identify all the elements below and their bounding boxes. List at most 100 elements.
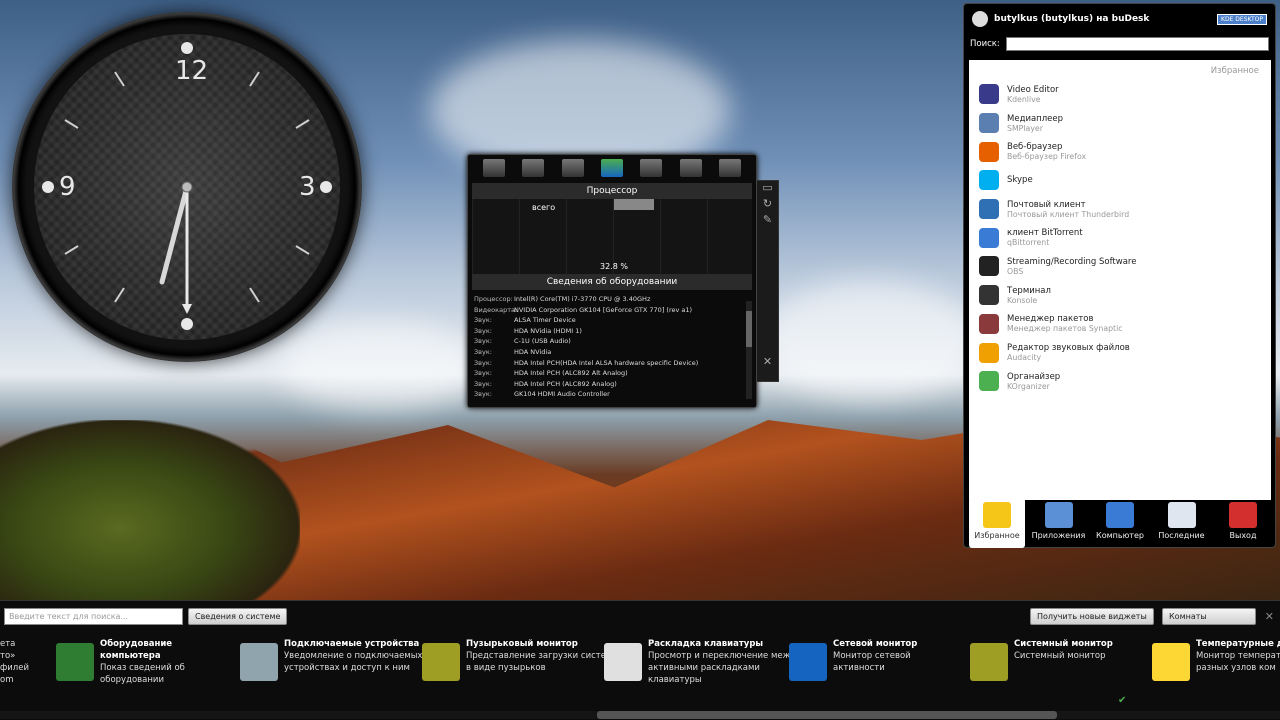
widget-icon bbox=[240, 643, 278, 681]
rooms-button[interactable]: Комнаты bbox=[1162, 608, 1256, 625]
tab-label: Приложения bbox=[1031, 531, 1086, 540]
widget-title: Пузырьковый монитор bbox=[466, 639, 578, 649]
close-icon[interactable]: ✕ bbox=[757, 355, 778, 371]
kickoff-header: butylkus (butylkus) на buDesk KDE DESKTO… bbox=[964, 4, 1275, 34]
app-item[interactable]: Органайзер KOrganizer bbox=[969, 367, 1271, 396]
app-item[interactable]: клиент BitTorrent qBittorrent bbox=[969, 223, 1271, 252]
hardware-row: Видеокарта: NVIDIA Corporation GK104 [GeF… bbox=[474, 305, 750, 316]
app-subtitle: Audacity bbox=[1007, 353, 1042, 363]
partial-text: филей bbox=[0, 663, 29, 673]
analog-clock-widget[interactable]: 12 3 9 bbox=[12, 12, 362, 362]
hardware-row: Звук: HDA Intel PCH(HDA Intel ALSA hardwa… bbox=[474, 358, 750, 369]
app-name: Органайзер bbox=[1007, 371, 1061, 382]
app-name: Streaming/Recording Software bbox=[1007, 256, 1137, 267]
app-item[interactable]: Медиаплеер SMPlayer bbox=[969, 109, 1271, 138]
hardware-value: HDA NVidia bbox=[514, 347, 552, 356]
hardware-row: Звук: HDA Intel PCH (ALC892 Alt Analog) bbox=[474, 368, 750, 379]
widget-description: Монитор сетевой активности bbox=[833, 651, 911, 673]
network-icon[interactable] bbox=[640, 159, 663, 177]
kickoff-tab[interactable]: Компьютер bbox=[1092, 498, 1148, 548]
app-icon bbox=[979, 313, 999, 334]
rotate-icon[interactable]: ↻ bbox=[757, 197, 778, 213]
scroll-thumb[interactable] bbox=[746, 311, 752, 347]
widget-item[interactable]: Пузырьковый монитор Представление загрузк… bbox=[422, 638, 626, 681]
wrench-icon[interactable]: ✎ bbox=[757, 213, 778, 229]
system-info-button[interactable]: Сведения о системе bbox=[188, 608, 288, 625]
system-monitor-widget[interactable]: Процессор всего 32.8 % Сведения об обору… bbox=[467, 154, 757, 408]
hardware-row: Звук: ALSA Timer Device bbox=[474, 315, 750, 326]
app-item[interactable]: Skype bbox=[969, 166, 1271, 195]
cpu-bar bbox=[614, 199, 654, 210]
kickoff-menu: butylkus (butylkus) на buDesk KDE DESKTO… bbox=[963, 3, 1276, 548]
hardware-key: Звук: bbox=[474, 379, 492, 388]
hardware-row: Звук: HDA NVidia bbox=[474, 347, 750, 358]
widget-explorer: Введите текст для поиска... Сведения о с… bbox=[0, 600, 1280, 720]
processor-header: Процессор bbox=[472, 183, 752, 199]
app-item[interactable]: Почтовый клиент Почтовый клиент Thunderbi… bbox=[969, 195, 1271, 224]
partial-text: то» bbox=[0, 651, 16, 661]
kickoff-search: Поиск: bbox=[964, 34, 1275, 54]
search-input[interactable] bbox=[1005, 37, 1269, 51]
resize-icon[interactable]: ▭ bbox=[757, 181, 778, 197]
get-widgets-button[interactable]: Получить новые виджеты bbox=[1030, 608, 1154, 625]
disk-icon[interactable] bbox=[482, 159, 505, 177]
hardware-icon[interactable] bbox=[600, 159, 623, 177]
disk-icon[interactable] bbox=[561, 159, 584, 177]
widget-item[interactable]: Температурные дат Монитор температур разн… bbox=[1152, 638, 1280, 681]
app-item[interactable]: Терминал Konsole bbox=[969, 281, 1271, 310]
widget-item[interactable]: Раскладка клавиатуры Просмотр и переключе… bbox=[604, 638, 808, 686]
hardware-value: C-1U (USB Audio) bbox=[514, 337, 571, 346]
hardware-value: Intel(R) Core(TM) i7-3770 CPU @ 3.40GHz bbox=[514, 295, 651, 303]
app-name: Почтовый клиент bbox=[1007, 199, 1086, 210]
partial-widget[interactable]: ета то» филей om bbox=[0, 638, 29, 686]
disk-icon[interactable] bbox=[522, 159, 545, 177]
hardware-key: Процессор: bbox=[474, 295, 513, 303]
cloud bbox=[760, 280, 980, 400]
app-icon bbox=[979, 256, 999, 277]
kickoff-tab[interactable]: Избранное bbox=[969, 498, 1025, 548]
app-item[interactable]: Веб-браузер Веб-браузер Firefox bbox=[969, 137, 1271, 166]
hardware-row: Процессор: Intel(R) Core(TM) i7-3770 CPU … bbox=[474, 294, 750, 305]
app-name: клиент BitTorrent bbox=[1007, 228, 1083, 239]
app-subtitle: Менеджер пакетов Synaptic bbox=[1007, 324, 1123, 334]
tab-label: Выход bbox=[1229, 531, 1257, 540]
app-item[interactable]: Менеджер пакетов Менеджер пакетов Synapti… bbox=[969, 310, 1271, 339]
hardware-list: Процессор: Intel(R) Core(TM) i7-3770 CPU … bbox=[474, 294, 750, 400]
memory-icon[interactable] bbox=[679, 159, 702, 177]
hardware-value: HDA Intel PCH (ALC892 Alt Analog) bbox=[514, 369, 628, 378]
app-icon bbox=[979, 285, 999, 306]
tab-icon bbox=[1106, 502, 1134, 528]
widget-scrollbar[interactable] bbox=[0, 711, 1280, 719]
scroll-thumb[interactable] bbox=[597, 711, 1057, 719]
partial-text: om bbox=[0, 675, 14, 685]
close-icon[interactable]: ✕ bbox=[1265, 610, 1274, 623]
widget-search-input[interactable]: Введите текст для поиска... bbox=[4, 608, 183, 625]
widget-icon bbox=[1152, 643, 1190, 681]
widget-description: Представление загрузки системы в виде пу… bbox=[466, 651, 620, 673]
widget-item[interactable]: Оборудование компьютера Показ сведений об… bbox=[56, 638, 230, 686]
widget-item[interactable]: Системный монитор Системный монитор bbox=[970, 638, 1154, 681]
hardware-row: Звук: HDA NVidia (HDMI 1) bbox=[474, 326, 750, 337]
hardware-value: HDA NVidia (HDMI 1) bbox=[514, 326, 582, 335]
kickoff-tab[interactable]: Приложения bbox=[1031, 498, 1087, 548]
tab-label: Компьютер bbox=[1096, 531, 1144, 540]
app-name: Медиаплеер bbox=[1007, 113, 1064, 124]
app-item[interactable]: Streaming/Recording Software OBS bbox=[969, 252, 1271, 281]
widget-description: Уведомление о подключаемых устройствах и… bbox=[284, 651, 423, 673]
widget-item[interactable]: Сетевой монитор Монитор сетевой активност… bbox=[789, 638, 963, 681]
clock-number-12: 12 bbox=[175, 56, 209, 86]
kickoff-tab[interactable]: Последние bbox=[1154, 498, 1210, 548]
tab-label: Избранное bbox=[974, 531, 1020, 540]
widget-title: Раскладка клавиатуры bbox=[648, 639, 764, 649]
kickoff-tab[interactable]: Выход bbox=[1215, 498, 1271, 548]
tab-label: Последние bbox=[1158, 531, 1205, 540]
widget-description: Показ сведений об оборудовании bbox=[100, 663, 185, 685]
hardware-scrollbar[interactable] bbox=[746, 301, 752, 399]
app-item[interactable]: Редактор звуковых файлов Audacity bbox=[969, 338, 1271, 367]
app-item[interactable]: Video Editor Kdenlive bbox=[969, 80, 1271, 109]
favorites-panel: Избранное Video Editor Kdenlive Медиаплеер… bbox=[969, 60, 1271, 500]
signal-icon[interactable] bbox=[719, 159, 742, 177]
app-subtitle: OBS bbox=[1007, 266, 1024, 276]
hardware-value: NVIDIA Corporation GK104 [GeForce GTX 77… bbox=[514, 305, 693, 314]
widget-item[interactable]: Подключаемые устройства Уведомление о под… bbox=[240, 638, 444, 681]
